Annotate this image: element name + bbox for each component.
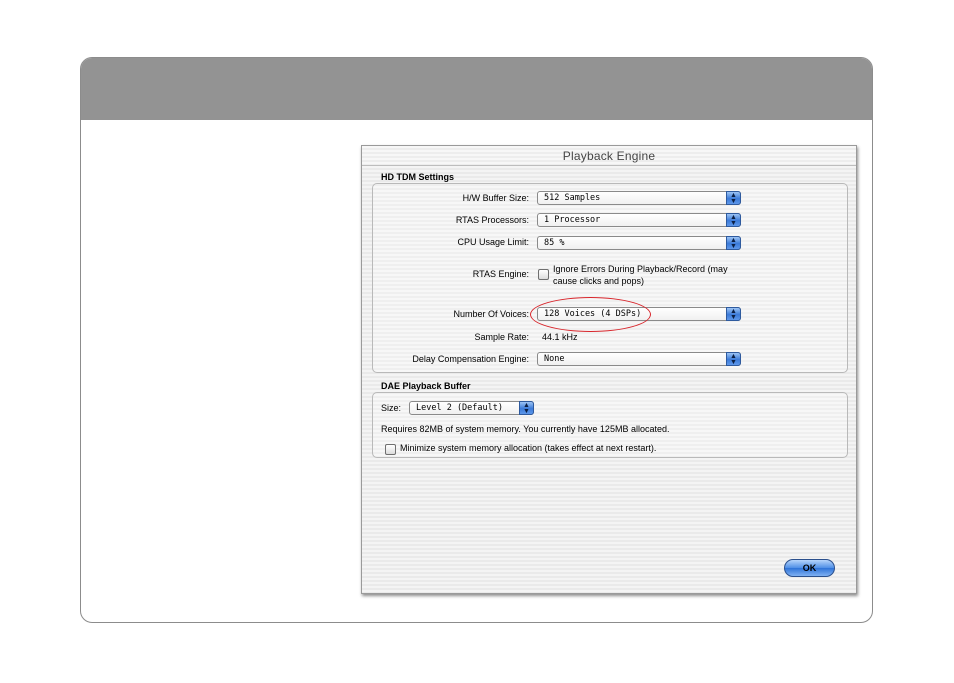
- dae-size-label: Size:: [381, 403, 402, 413]
- sample-rate-value: 44.1 kHz: [542, 332, 578, 342]
- ignore-errors-label-line1: Ignore Errors During Playback/Record (ma…: [553, 264, 728, 274]
- cpu-usage-label: CPU Usage Limit:: [457, 237, 529, 247]
- ignore-errors-checkbox[interactable]: [538, 269, 549, 280]
- rtas-processors-label: RTAS Processors:: [455, 215, 529, 225]
- delay-comp-popup[interactable]: None ▲ ▼: [537, 352, 741, 366]
- up-down-arrows-icon: ▲ ▼: [726, 213, 741, 227]
- voices-highlight-ellipse: [530, 297, 651, 332]
- hd-tdm-section-label: HD TDM Settings: [381, 172, 454, 182]
- playback-engine-dialog: Playback Engine HD TDM Settings H/W Buff…: [361, 145, 857, 594]
- voices-label: Number Of Voices:: [453, 309, 529, 319]
- hw-buffer-label: H/W Buffer Size:: [462, 193, 529, 203]
- ok-button[interactable]: OK: [784, 559, 835, 577]
- cpu-usage-value: 85 %: [544, 238, 565, 248]
- up-down-arrows-icon: ▲ ▼: [726, 191, 741, 205]
- up-down-arrows-icon: ▲ ▼: [726, 352, 741, 366]
- memory-note: Requires 82MB of system memory. You curr…: [381, 424, 670, 434]
- delay-comp-label: Delay Compensation Engine:: [412, 354, 529, 364]
- card-header-band: [81, 58, 872, 120]
- dae-section-label: DAE Playback Buffer: [381, 381, 471, 391]
- minimize-memory-checkbox[interactable]: [385, 444, 396, 455]
- dae-size-popup[interactable]: Level 2 (Default) ▲ ▼: [409, 401, 534, 415]
- dae-size-value: Level 2 (Default): [416, 403, 503, 413]
- title-bar[interactable]: Playback Engine: [362, 146, 856, 166]
- minimize-memory-label: Minimize system memory allocation (takes…: [400, 443, 657, 453]
- delay-comp-value: None: [544, 354, 565, 364]
- up-down-arrows-icon: ▲ ▼: [726, 307, 741, 321]
- window-title: Playback Engine: [562, 149, 656, 163]
- up-down-arrows-icon: ▲ ▼: [519, 401, 534, 415]
- rtas-engine-label: RTAS Engine:: [472, 269, 529, 279]
- rtas-processors-popup[interactable]: 1 Processor ▲ ▼: [537, 213, 741, 227]
- cpu-usage-popup[interactable]: 85 % ▲ ▼: [537, 236, 741, 250]
- rtas-processors-value: 1 Processor: [544, 215, 601, 225]
- ignore-errors-label-line2: cause clicks and pops): [553, 276, 645, 286]
- sample-rate-label: Sample Rate:: [474, 332, 529, 342]
- up-down-arrows-icon: ▲ ▼: [726, 236, 741, 250]
- hw-buffer-popup[interactable]: 512 Samples ▲ ▼: [537, 191, 741, 205]
- hw-buffer-value: 512 Samples: [544, 193, 601, 203]
